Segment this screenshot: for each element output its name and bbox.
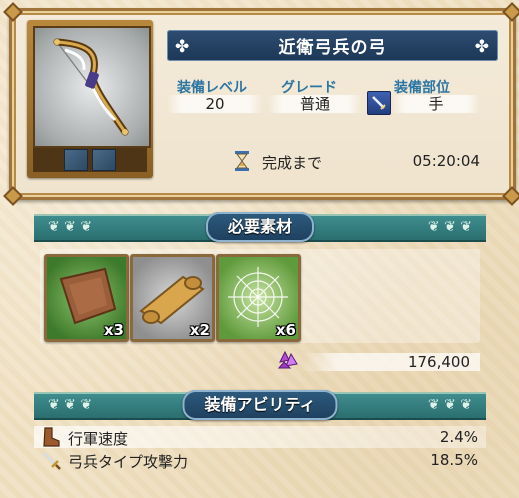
- abilities-section-title: 装備アビリティ: [182, 390, 338, 420]
- materials-section-title: 必要素材: [205, 212, 315, 242]
- ability-value: 2.4%: [439, 428, 478, 446]
- abilities-section-header: ❦ ❦ ❦ ❦ ❦ ❦ 装備アビリティ: [34, 390, 486, 420]
- grade-label: グレード: [281, 80, 337, 96]
- completion-time: 05:20:04: [412, 152, 480, 170]
- item-portrait-frame[interactable]: [27, 20, 153, 178]
- ability-row-march-speed: 行軍速度 2.4%: [34, 426, 486, 448]
- equipment-craft-screen: ✤ 近衛弓兵の弓 ✤ 装備レベル 20 グレード 普通 装備部位 手 完成まで …: [0, 0, 519, 498]
- equip-level-label: 装備レベル: [177, 80, 247, 96]
- ability-name: 行軍速度: [68, 430, 129, 448]
- sword-icon: [372, 96, 386, 110]
- boot-icon: [43, 427, 60, 447]
- ability-row-archer-attack: 弓兵タイプ攻撃力 18.5%: [34, 449, 486, 471]
- grade-value: 普通: [268, 95, 362, 113]
- item-image: [33, 26, 151, 148]
- material-quantity: x2: [189, 321, 210, 339]
- crafting-cost-amount: 176,400: [407, 353, 470, 371]
- completion-label: 完成まで: [262, 154, 323, 172]
- equip-slot-label: 装備部位: [394, 80, 450, 96]
- equip-slot-value: 手: [392, 95, 480, 113]
- bow-icon: [53, 38, 129, 136]
- ornament-icon: ❦ ❦ ❦: [48, 397, 93, 413]
- ornament-icon: ❦ ❦ ❦: [427, 397, 472, 413]
- card-corner-ornament: [502, 186, 519, 206]
- material-quantity: x6: [275, 321, 296, 339]
- item-name: 近衛弓兵の弓: [278, 38, 387, 58]
- completion-timer-row: 完成まで 05:20:04: [228, 150, 490, 172]
- materials-section-header: ❦ ❦ ❦ ❦ ❦ ❦ 必要素材: [34, 212, 486, 242]
- ability-name: 弓兵タイプ攻撃力: [68, 453, 189, 471]
- socket-slots: [33, 148, 147, 172]
- empty-socket-slot[interactable]: [92, 149, 116, 171]
- ornament-icon: ❦ ❦ ❦: [427, 219, 472, 235]
- ornament-icon: ❦ ❦ ❦: [48, 219, 93, 235]
- equip-slot-badge: [367, 91, 391, 115]
- empty-socket-slot[interactable]: [64, 149, 88, 171]
- card-corner-ornament: [3, 186, 23, 206]
- crystal-icon: [277, 350, 298, 369]
- equip-level-value: 20: [167, 95, 263, 113]
- material-slot-spiderweb[interactable]: x6: [216, 254, 301, 342]
- crafting-cost-row: 176,400: [272, 350, 480, 372]
- card-corner-ornament: [502, 2, 519, 22]
- ability-value: 18.5%: [430, 451, 478, 469]
- scroll-ornament-icon: ✤: [175, 37, 191, 57]
- material-slot-leather[interactable]: x3: [44, 254, 129, 342]
- hourglass-icon: [235, 151, 249, 171]
- material-slot-scroll[interactable]: x2: [130, 254, 215, 342]
- scroll-ornament-icon: ✤: [474, 37, 490, 57]
- card-corner-ornament: [3, 2, 23, 22]
- item-name-banner: ✤ 近衛弓兵の弓 ✤: [167, 30, 498, 61]
- sword-icon: [42, 451, 61, 470]
- material-quantity: x3: [103, 321, 124, 339]
